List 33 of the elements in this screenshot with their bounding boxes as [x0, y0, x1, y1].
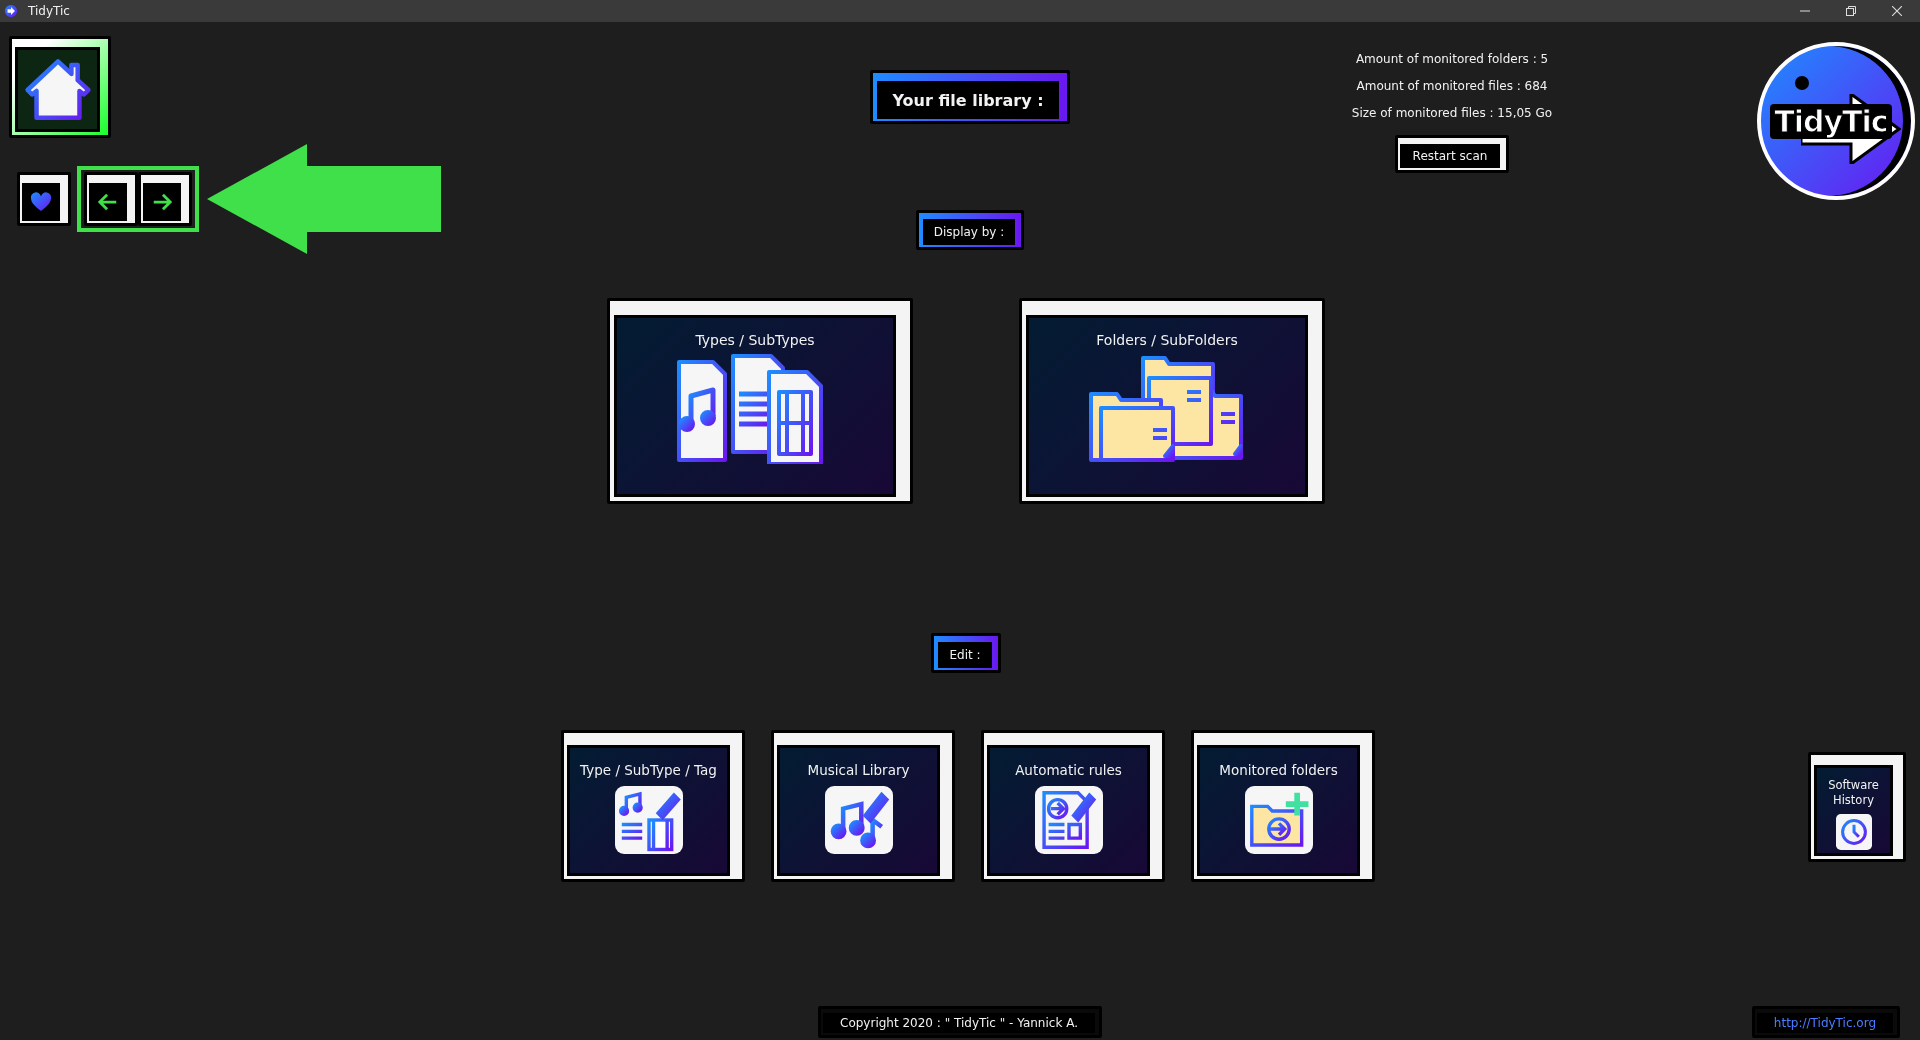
folder-add-icon — [1244, 786, 1313, 854]
arrow-left-icon — [97, 191, 119, 213]
arrow-right-icon — [151, 191, 173, 213]
edit-option-button[interactable]: Automatic rules — [981, 730, 1165, 882]
software-history-button[interactable]: Software History — [1808, 752, 1906, 862]
window-title: TidyTic — [28, 4, 70, 18]
forward-button[interactable] — [138, 172, 192, 226]
heart-icon — [30, 192, 52, 212]
section-heading: Your file library : — [870, 70, 1070, 124]
music-edit-icon — [824, 786, 893, 854]
website-link[interactable]: http://TidyTic.org — [1751, 1006, 1900, 1038]
restore-icon[interactable] — [1846, 6, 1856, 16]
edit-option-button[interactable]: Monitored folders — [1191, 730, 1375, 882]
section-heading: Edit : — [931, 633, 1001, 673]
favorites-button[interactable] — [17, 172, 71, 226]
app-logo-icon — [4, 4, 18, 18]
display-option-button[interactable]: Types / SubTypes — [607, 298, 913, 504]
home-button[interactable] — [9, 36, 111, 138]
app-logo: TidyTic — [1757, 42, 1915, 200]
display-option-button[interactable]: Folders / SubFolders — [1019, 298, 1325, 504]
edit-option-button[interactable]: Type / SubType / Tag — [561, 730, 745, 882]
stat-text: Size of monitored files : 15,05 Go — [1351, 105, 1553, 122]
stat-text: Amount of monitored files : 684 — [1356, 78, 1548, 95]
copyright-text: Copyright 2020 : " TidyTic " - Yannick A. — [818, 1006, 1102, 1038]
clock-icon — [1835, 814, 1872, 850]
section-heading: Display by : — [915, 210, 1025, 250]
back-button[interactable] — [84, 172, 138, 226]
rules-edit-icon — [1034, 786, 1103, 854]
tags-edit-icon — [614, 786, 683, 854]
close-icon[interactable] — [1892, 6, 1902, 16]
edit-option-button[interactable]: Musical Library — [771, 730, 955, 882]
stat-text: Amount of monitored folders : 5 — [1355, 51, 1549, 68]
restart-scan-button[interactable]: Restart scan — [1394, 135, 1510, 173]
